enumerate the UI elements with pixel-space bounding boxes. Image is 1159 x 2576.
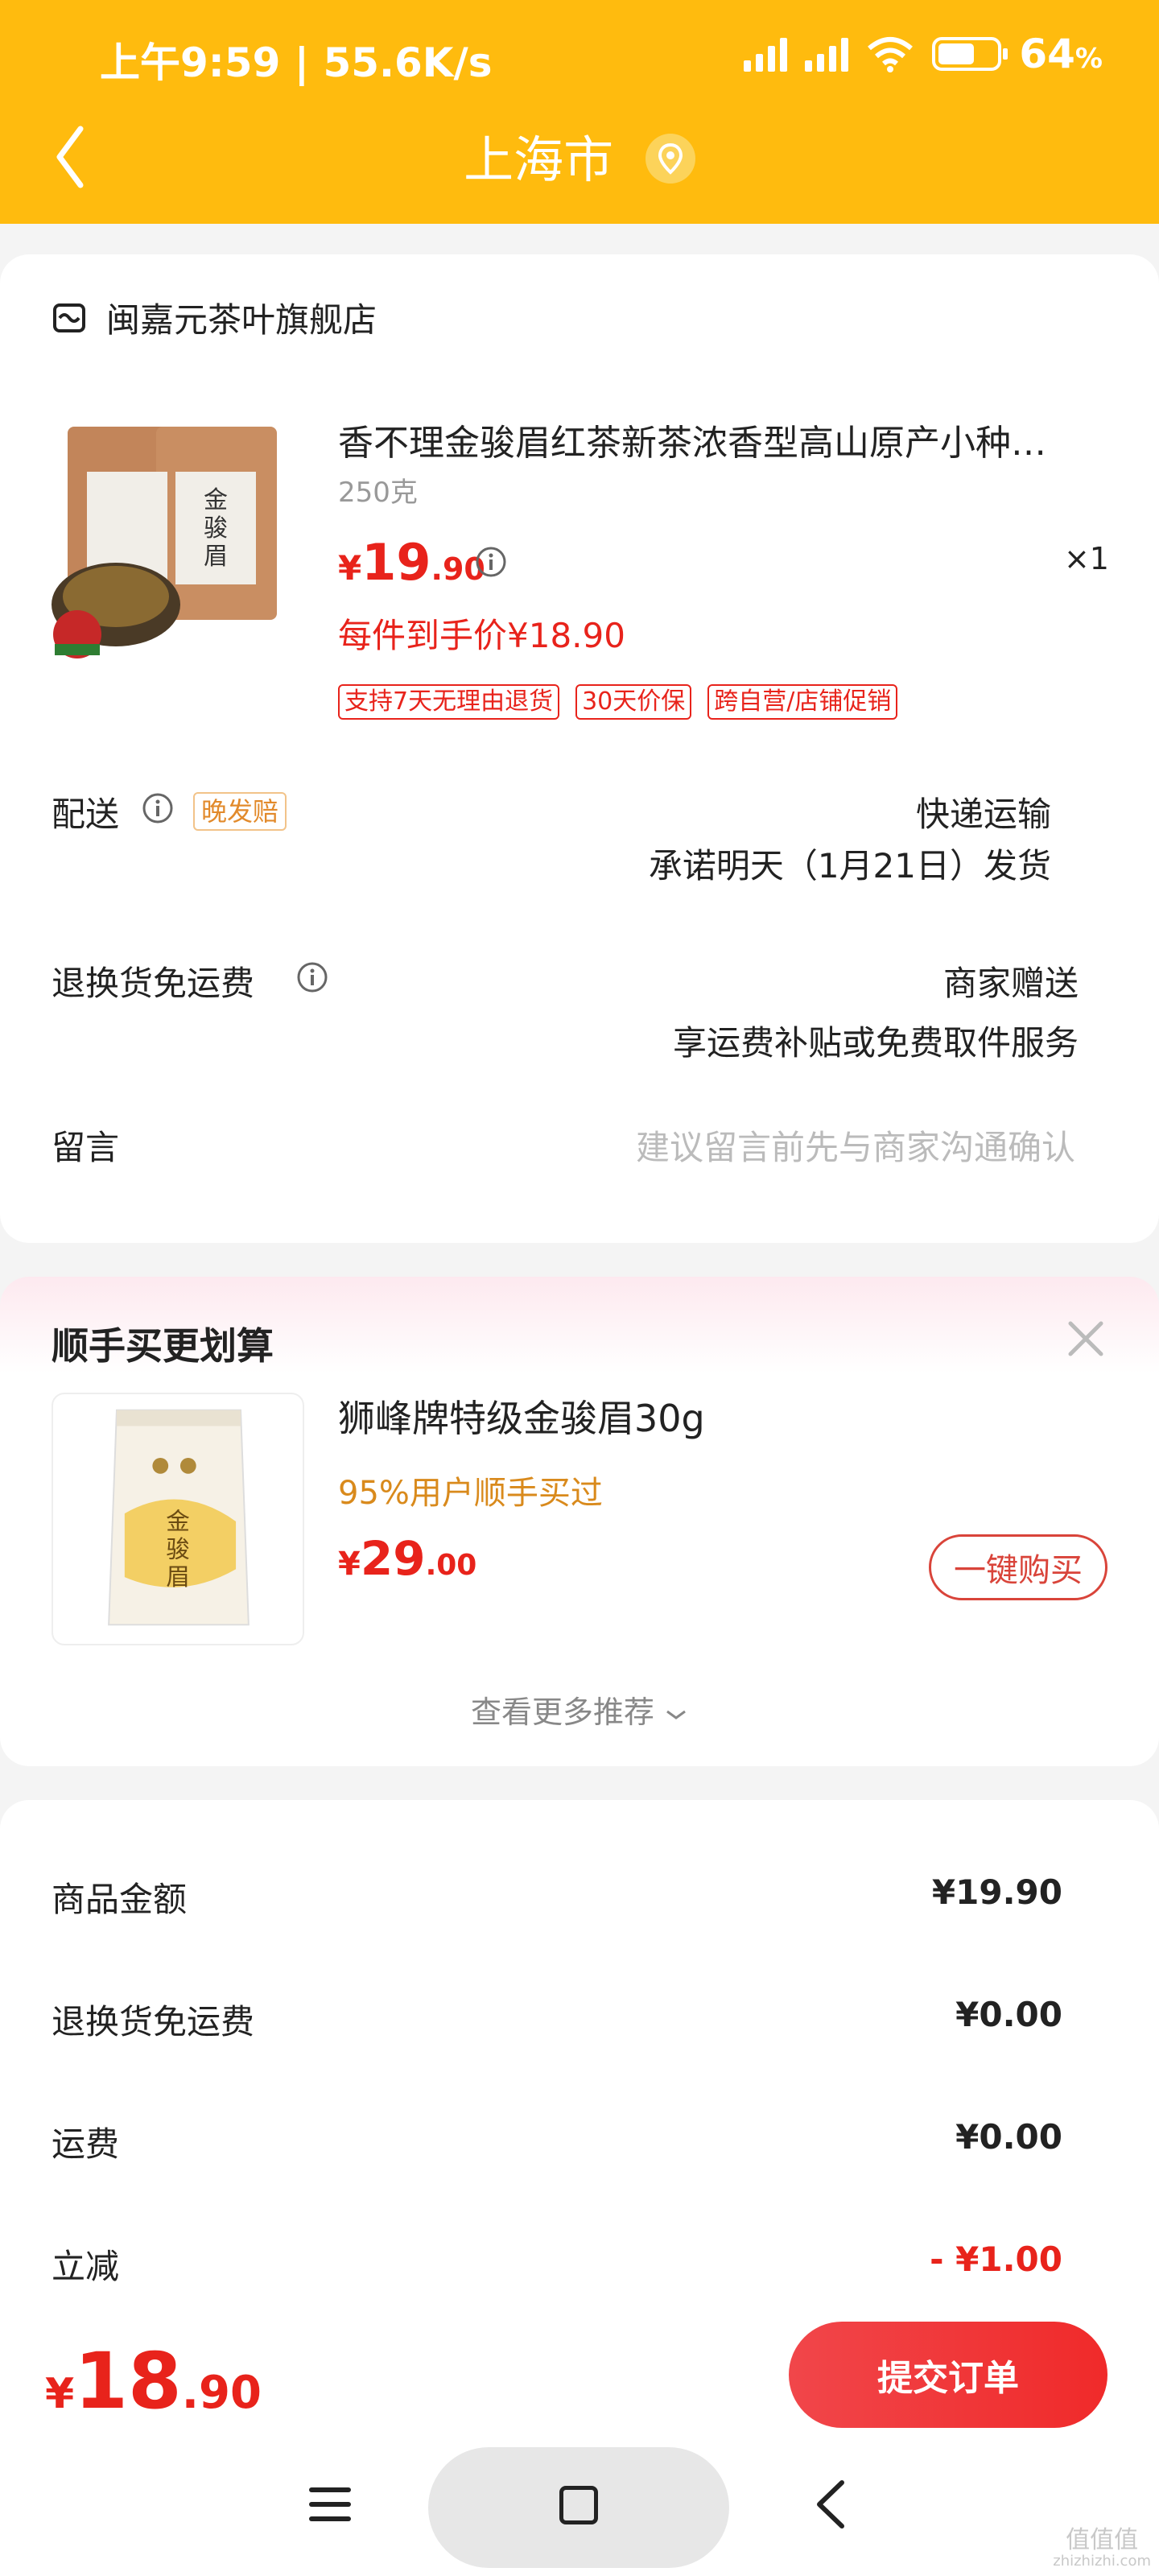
one-click-buy-button[interactable]: 一键购买: [929, 1534, 1107, 1600]
shop-row[interactable]: 闽嘉元茶叶旗舰店: [52, 293, 377, 342]
summary-row: 商品金额 ¥19.90: [52, 1872, 1062, 1919]
wifi-icon: [868, 37, 914, 72]
page-title[interactable]: 上海市: [0, 119, 1159, 192]
recommend-subtitle: 95%用户顺手买过: [338, 1475, 603, 1512]
svg-text:骏: 骏: [204, 514, 228, 543]
product-image[interactable]: 金 骏 眉: [52, 415, 301, 665]
total-price: ¥18.90: [45, 2336, 262, 2426]
watermark: 值值值 zhizhizhi.com: [1053, 2526, 1151, 2570]
top-header: 上午9:59 | 55.6K/s 64% 上海市: [0, 0, 1159, 224]
service-tags: 支持7天无理由退货 30天价保 跨自营/店铺促销: [338, 684, 898, 720]
more-recommend-link[interactable]: 查看更多推荐: [0, 1687, 1159, 1732]
shop-name: 闽嘉元茶叶旗舰店: [106, 300, 377, 340]
system-nav-bar: [0, 2441, 1159, 2570]
product-title[interactable]: 香不理金骏眉红茶新茶浓香型高山原产小种…: [338, 414, 1087, 465]
price-info-icon[interactable]: [475, 546, 507, 578]
chevron-down-icon: [666, 1710, 686, 1719]
svg-text:眉: 眉: [166, 1563, 190, 1591]
return-shipping-value: 商家赠送: [942, 964, 1079, 1003]
status-right: 64%: [744, 31, 1103, 77]
recommend-price: ¥29.00: [338, 1531, 477, 1586]
delivery-info-icon[interactable]: [142, 792, 174, 824]
menu-icon[interactable]: [306, 2484, 354, 2524]
service-tag: 支持7天无理由退货: [338, 684, 560, 720]
status-time: 上午9:59 | 55.6K/s: [100, 39, 493, 86]
battery-level: 64%: [1019, 31, 1103, 77]
close-icon[interactable]: [1064, 1317, 1107, 1360]
location-pin-icon: [645, 133, 695, 184]
recommend-card: 顺手买更划算 金 骏 眉 狮峰牌特级金骏眉30g 95%用户顺手买过 ¥29.0…: [0, 1277, 1159, 1766]
checkout-bar: ¥18.90 提交订单 值值值 zhizhizhi.com: [0, 2304, 1159, 2576]
svg-text:金: 金: [166, 1508, 190, 1535]
product-quantity: ×1: [1063, 541, 1109, 576]
return-info-icon[interactable]: [296, 961, 328, 993]
status-bar: 上午9:59 | 55.6K/s 64%: [0, 27, 1159, 86]
late-ship-tag[interactable]: 晚发赔: [193, 792, 287, 831]
delivery-label: 配送: [52, 795, 120, 834]
submit-order-button[interactable]: 提交订单: [789, 2322, 1107, 2428]
summary-row: 退换货免运费 ¥0.00: [52, 1995, 1062, 2041]
return-shipping-label: 退换货免运费: [52, 964, 255, 1003]
svg-text:眉: 眉: [204, 543, 228, 571]
service-tag: 跨自营/店铺促销: [707, 684, 898, 720]
product-price: ¥19.90: [338, 533, 485, 592]
nav-back-icon[interactable]: [813, 2478, 848, 2531]
summary-row: 立减 - ¥1.00: [52, 2240, 1062, 2286]
delivery-promise: 承诺明天（1月21日）发货: [648, 846, 1051, 886]
summary-row: 运费 ¥0.00: [52, 2117, 1062, 2164]
product-spec: 250克: [338, 477, 418, 509]
svg-text:金: 金: [204, 486, 228, 514]
page-title-text: 上海市: [464, 130, 614, 189]
message-label: 留言: [52, 1128, 120, 1167]
recommend-title: 顺手买更划算: [52, 1324, 274, 1368]
home-icon[interactable]: [559, 2486, 598, 2524]
signal-icon: [744, 36, 788, 72]
return-shipping-desc: 享运费补贴或免费取件服务: [672, 1023, 1079, 1063]
recommend-product-name[interactable]: 狮峰牌特级金骏眉30g: [338, 1389, 705, 1443]
service-tag: 30天价保: [575, 684, 692, 720]
battery-icon: [932, 37, 1008, 71]
order-card: 闽嘉元茶叶旗舰店 金 骏 眉 香不理金骏眉红茶新茶浓香型高山原产小种… 250克…: [0, 254, 1159, 1243]
delivery-method[interactable]: 快递运输: [916, 787, 1051, 836]
svg-text:骏: 骏: [166, 1535, 190, 1563]
final-price: 每件到手价¥18.90: [338, 616, 625, 655]
store-icon: [53, 303, 85, 332]
recommend-product-image[interactable]: 金 骏 眉: [52, 1393, 304, 1645]
message-input[interactable]: 建议留言前先与商家沟通确认: [636, 1121, 1075, 1170]
signal-icon-2: [805, 36, 849, 72]
